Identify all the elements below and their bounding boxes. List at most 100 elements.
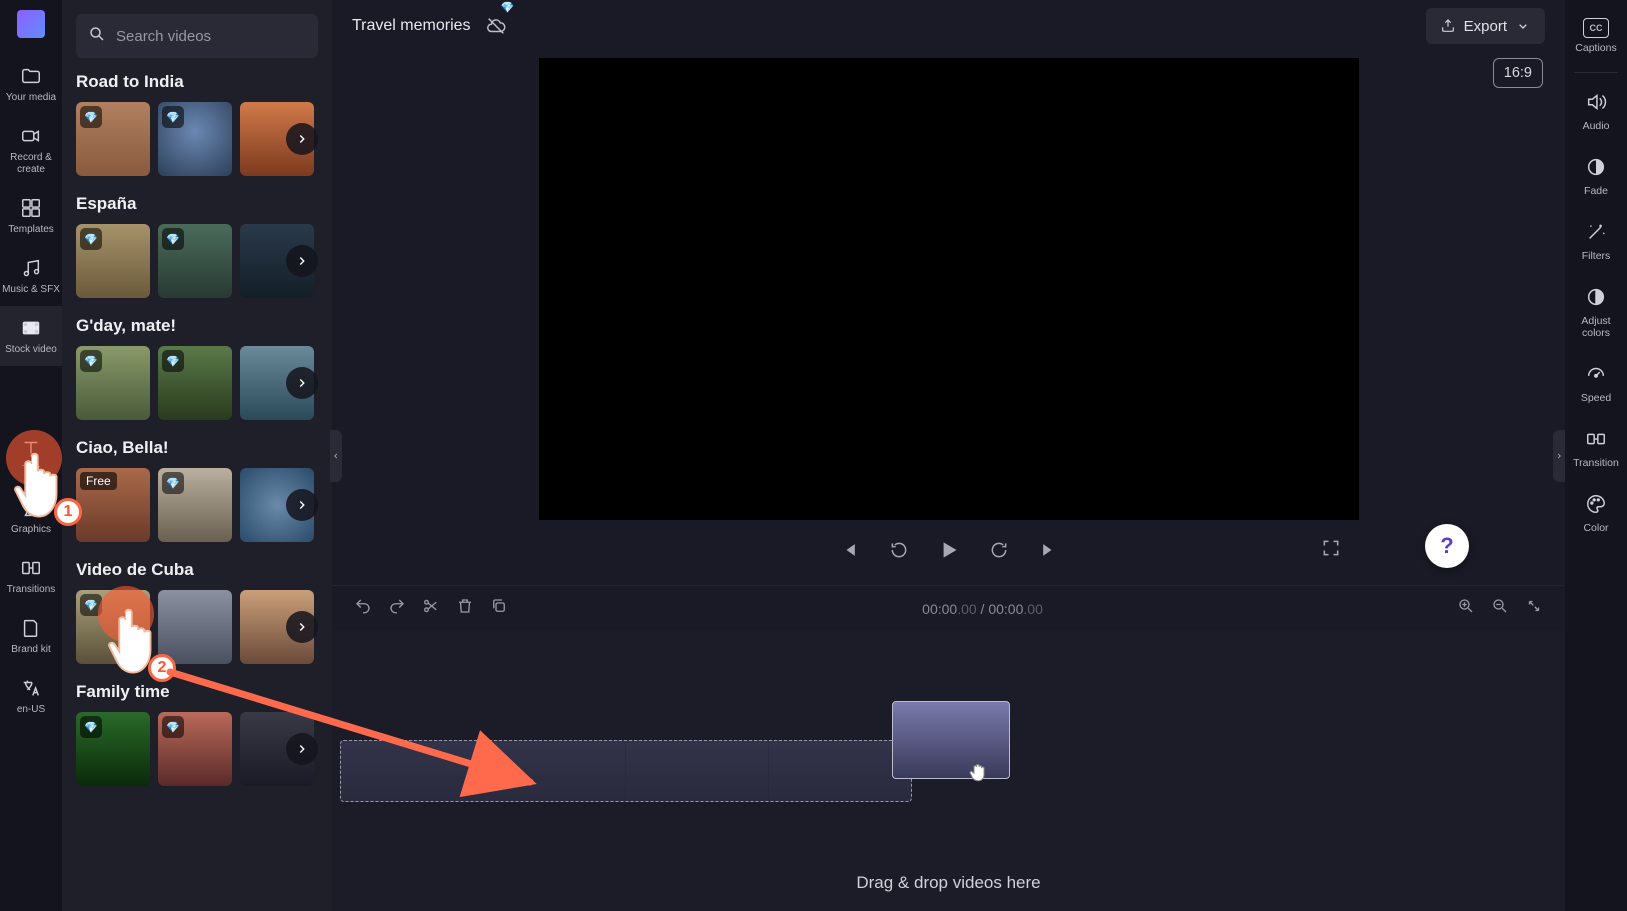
project-title[interactable]: Travel memories: [352, 17, 471, 35]
nav-language[interactable]: en-US: [0, 666, 62, 726]
prop-label: Fade: [1584, 185, 1608, 197]
prop-adjust-colors[interactable]: Adjust colors: [1565, 274, 1627, 351]
forward-button[interactable]: [985, 536, 1013, 564]
folder-icon: [19, 64, 43, 88]
question-icon: ?: [1440, 533, 1453, 559]
brandkit-icon: [19, 616, 43, 640]
video-thumbnail[interactable]: 💎: [158, 468, 232, 542]
camcorder-icon: [19, 124, 43, 148]
prop-color[interactable]: Color: [1565, 481, 1627, 546]
video-thumbnail[interactable]: 💎: [76, 346, 150, 420]
more-button[interactable]: [286, 733, 318, 765]
left-nav-rail: Your media Record & create Templates Mus…: [0, 0, 62, 911]
transition-icon: [1585, 428, 1607, 453]
nav-record-create[interactable]: Record & create: [0, 114, 62, 186]
more-button[interactable]: [286, 367, 318, 399]
music-icon: [19, 256, 43, 280]
prop-filters[interactable]: Filters: [1565, 209, 1627, 274]
timecode: 00:00.00 / 00:00.00: [922, 601, 1043, 617]
video-thumbnail[interactable]: 💎: [158, 712, 232, 786]
film-icon: [19, 316, 43, 340]
premium-icon: 💎: [162, 106, 184, 128]
video-thumbnail[interactable]: 💎: [158, 224, 232, 298]
delete-button[interactable]: [456, 597, 474, 620]
nav-templates[interactable]: Templates: [0, 186, 62, 246]
nav-transitions[interactable]: Transitions: [0, 546, 62, 606]
prop-speed[interactable]: Speed: [1565, 351, 1627, 416]
video-thumbnail[interactable]: 💎: [158, 346, 232, 420]
nav-label: Record & create: [2, 152, 60, 176]
category: España 💎 💎: [76, 194, 318, 298]
category-scroll[interactable]: Road to India 💎 💎 España 💎 💎 G'day, mate…: [62, 72, 332, 911]
nav-label: Graphics: [11, 524, 51, 536]
video-thumbnail[interactable]: 💎: [76, 224, 150, 298]
export-button[interactable]: Export: [1426, 8, 1545, 44]
category: G'day, mate! 💎 💎: [76, 316, 318, 420]
text-icon: [19, 436, 43, 460]
drop-target-outline: [340, 740, 912, 802]
more-button[interactable]: [286, 489, 318, 521]
nav-your-media[interactable]: Your media: [0, 54, 62, 114]
prop-label: Adjust colors: [1567, 315, 1625, 339]
nav-label: en-US: [17, 704, 45, 716]
nav-text[interactable]: Text: [0, 426, 62, 486]
nav-label: Brand kit: [11, 644, 50, 656]
divider: [1574, 72, 1617, 73]
templates-icon: [19, 196, 43, 220]
more-button[interactable]: [286, 245, 318, 277]
timeline[interactable]: Drag & drop videos here: [332, 631, 1565, 911]
video-thumbnail[interactable]: 💎: [76, 712, 150, 786]
zoom-in-button[interactable]: [1457, 597, 1475, 620]
rewind-button[interactable]: [885, 536, 913, 564]
category: Family time 💎 💎: [76, 682, 318, 786]
premium-icon: 💎: [80, 716, 102, 738]
prop-label: Captions: [1575, 42, 1616, 54]
category: Road to India 💎 💎: [76, 72, 318, 176]
nav-label: Templates: [8, 224, 54, 236]
premium-icon: 💎: [80, 594, 102, 616]
cloud-off-icon: 💎: [485, 15, 515, 37]
prop-captions[interactable]: CC Captions: [1565, 6, 1627, 66]
prop-label: Audio: [1583, 120, 1610, 132]
nav-stock-video[interactable]: Stock video: [0, 306, 62, 366]
aspect-ratio-button[interactable]: 16:9: [1493, 58, 1543, 88]
category-title: Family time: [76, 682, 318, 702]
prop-audio[interactable]: Audio: [1565, 79, 1627, 144]
video-thumbnail[interactable]: Free: [76, 468, 150, 542]
fullscreen-button[interactable]: [1317, 534, 1345, 562]
search-box[interactable]: [76, 14, 318, 58]
premium-icon: 💎: [162, 472, 184, 494]
prop-transition[interactable]: Transition: [1565, 416, 1627, 481]
play-button[interactable]: [935, 536, 963, 564]
prop-label: Transition: [1573, 457, 1619, 469]
search-input[interactable]: [116, 28, 315, 45]
nav-brand-kit[interactable]: Brand kit: [0, 606, 62, 666]
more-button[interactable]: [286, 123, 318, 155]
app-logo: [17, 10, 45, 38]
collapse-right-button[interactable]: [1553, 430, 1565, 482]
split-button[interactable]: [422, 597, 440, 620]
redo-button[interactable]: [388, 597, 406, 620]
prop-fade[interactable]: Fade: [1565, 144, 1627, 209]
prop-label: Filters: [1582, 250, 1611, 262]
video-thumbnail[interactable]: 💎: [158, 102, 232, 176]
nav-music-sfx[interactable]: Music & SFX: [0, 246, 62, 306]
duplicate-button[interactable]: [490, 597, 508, 620]
more-button[interactable]: [286, 611, 318, 643]
premium-icon: 💎: [501, 1, 515, 14]
wand-icon: [1585, 221, 1607, 246]
category-title: Ciao, Bella!: [76, 438, 318, 458]
fit-timeline-button[interactable]: [1525, 597, 1543, 620]
zoom-out-button[interactable]: [1491, 597, 1509, 620]
undo-button[interactable]: [354, 597, 372, 620]
nav-graphics[interactable]: Graphics: [0, 486, 62, 546]
video-preview[interactable]: [539, 58, 1359, 520]
prop-label: Speed: [1581, 392, 1611, 404]
free-badge: Free: [80, 472, 117, 490]
video-thumbnail[interactable]: 💎: [76, 590, 150, 664]
video-thumbnail[interactable]: 💎: [76, 102, 150, 176]
skip-start-button[interactable]: [835, 536, 863, 564]
video-thumbnail[interactable]: [158, 590, 232, 664]
help-button[interactable]: ?: [1425, 524, 1469, 568]
skip-end-button[interactable]: [1035, 536, 1063, 564]
